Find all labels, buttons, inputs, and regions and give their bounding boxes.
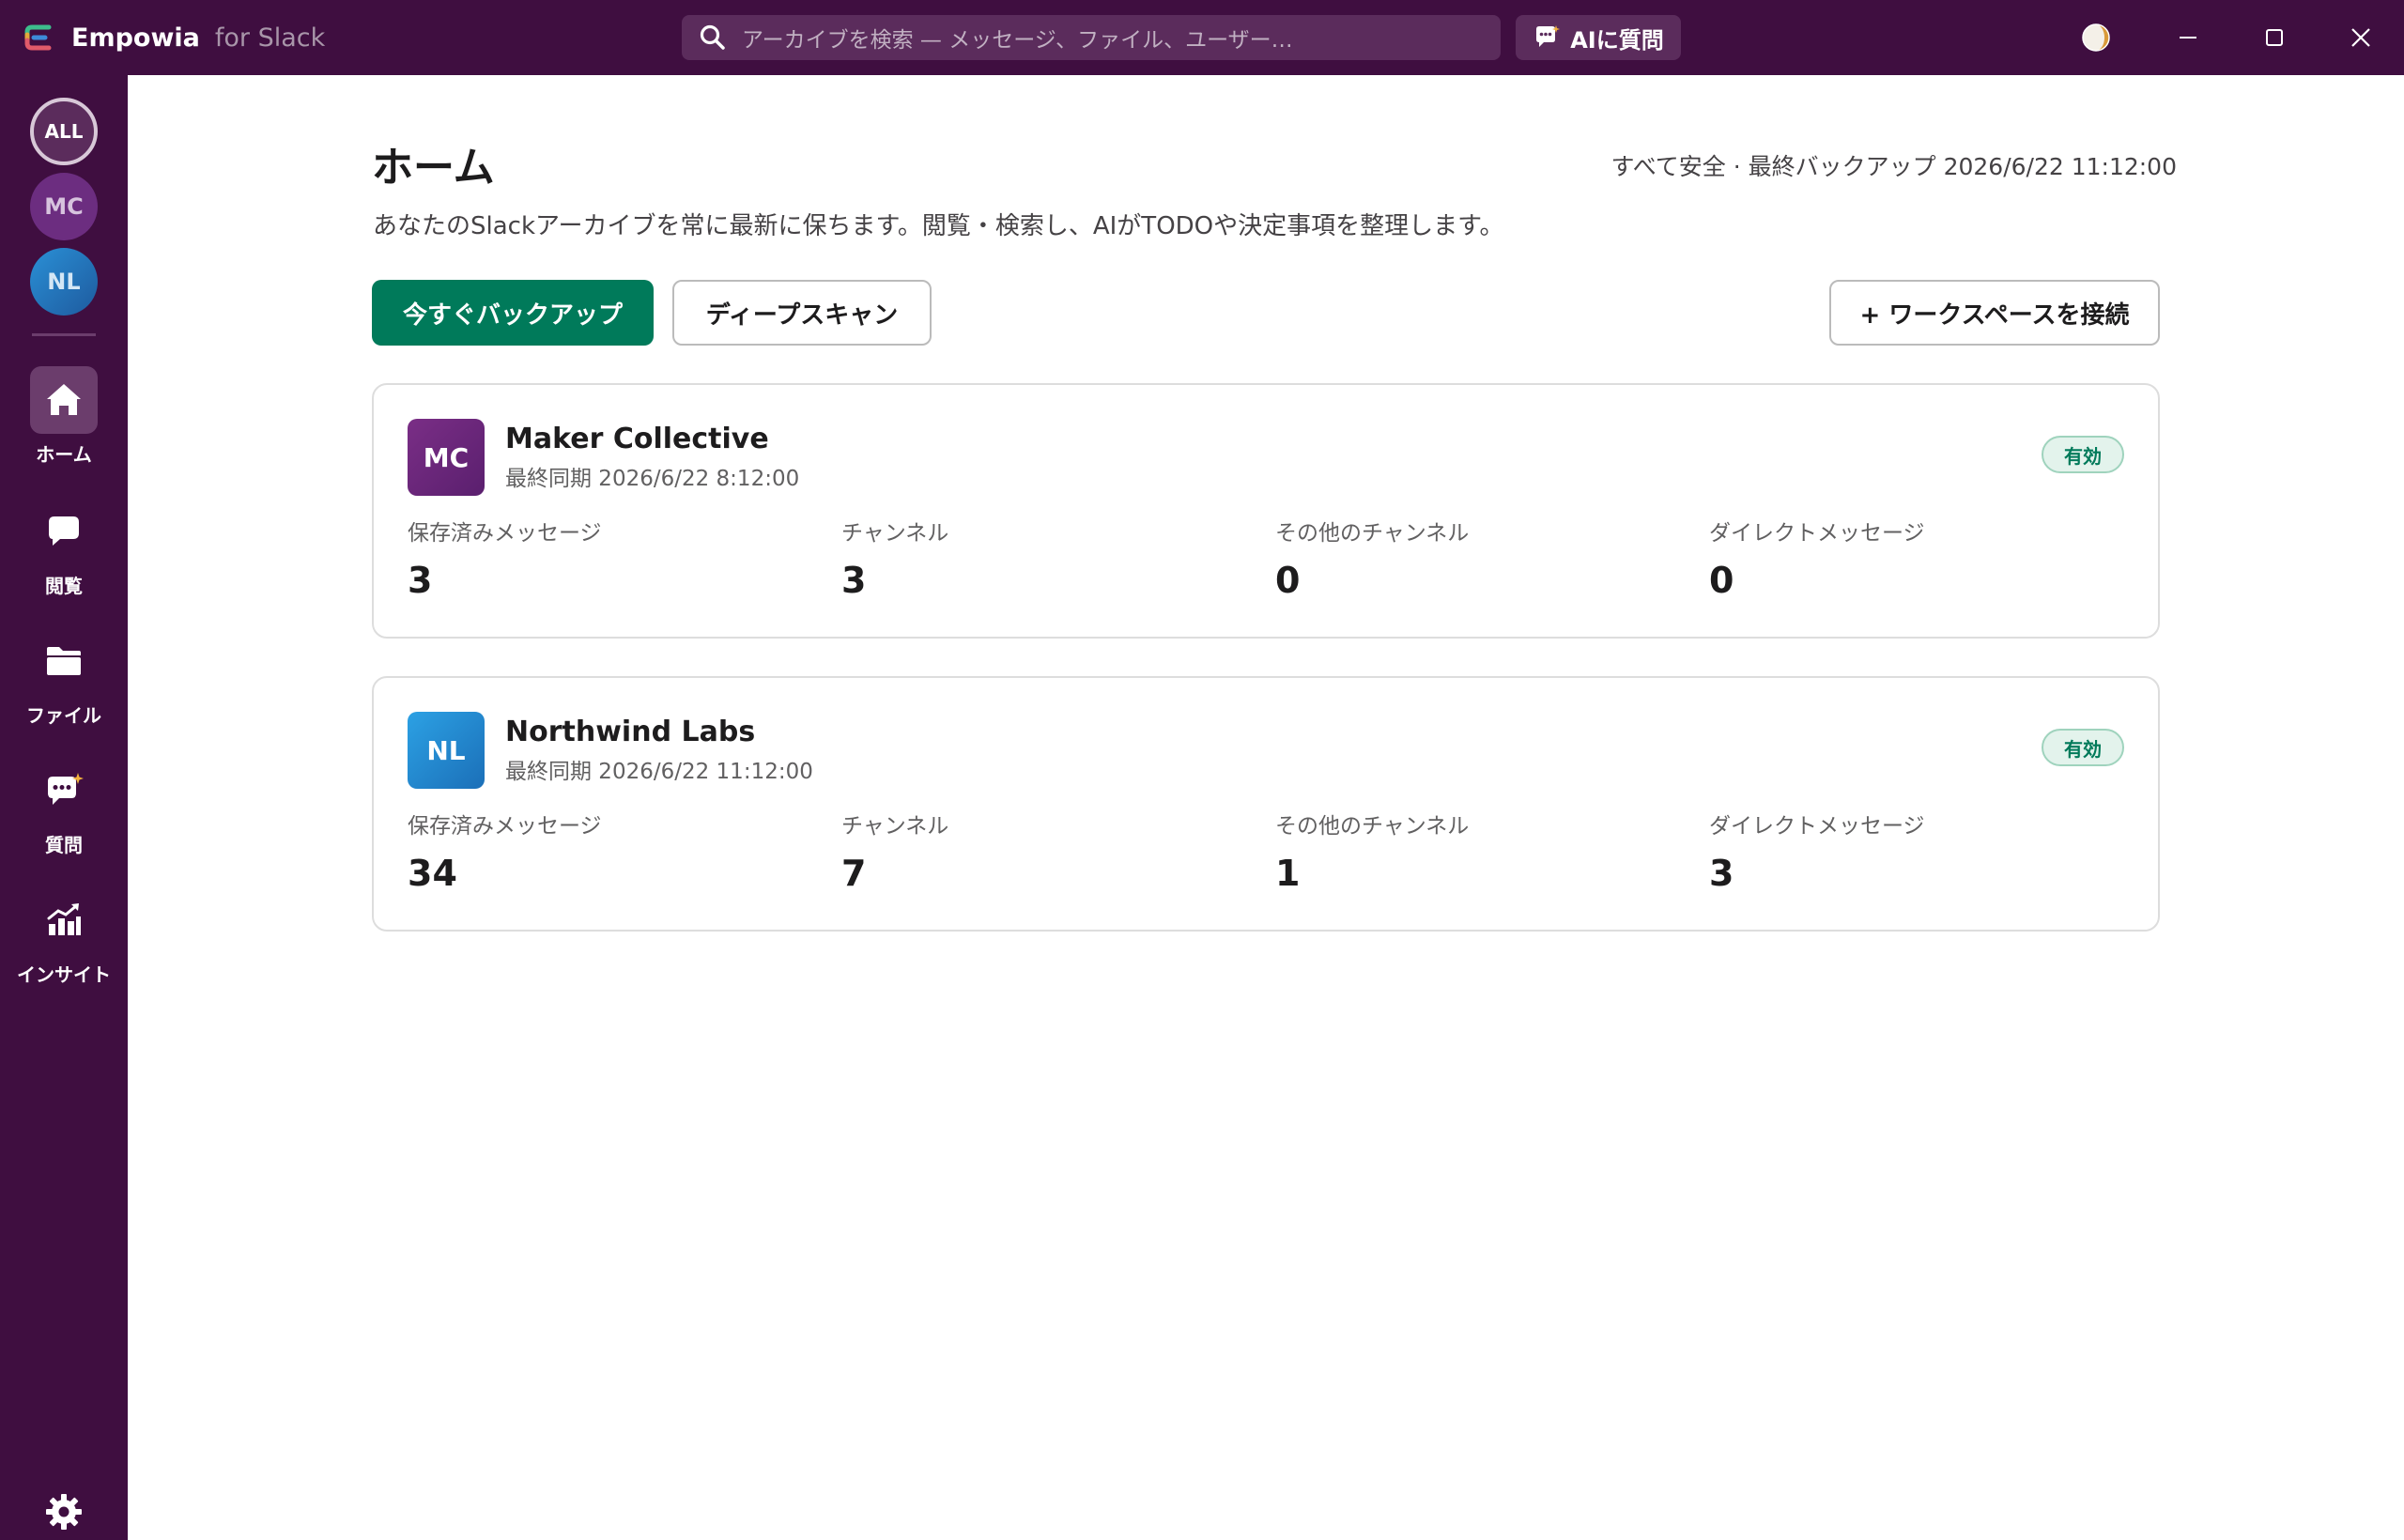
workspace-switch-nl[interactable]: NL (30, 248, 98, 316)
workspace-card-maker-collective[interactable]: MC Maker Collective 最終同期 2026/6/22 8:12:… (372, 383, 2160, 639)
workspace-last-sync: 最終同期 2026/6/22 8:12:00 (505, 467, 800, 491)
sidebar-item-home[interactable]: ホーム (0, 366, 128, 479)
close-button[interactable] (2342, 19, 2380, 56)
backup-now-button[interactable]: 今すぐバックアップ (372, 280, 654, 346)
sidebar-item-settings[interactable]: 設定 (0, 1478, 128, 1540)
search-icon (700, 24, 725, 50)
ai-chat-icon (48, 773, 84, 805)
sidebar-item-ask[interactable]: 質問 (0, 757, 128, 870)
workspace-card-northwind-labs[interactable]: NL Northwind Labs 最終同期 2026/6/22 11:12:0… (372, 676, 2160, 932)
stat-saved-messages: 保存済みメッセージ 34 (408, 808, 602, 894)
backup-status: すべて安全 · 最終バックアップ 2026/6/22 11:12:00 (1610, 153, 2177, 180)
stat-label: チャンネル (841, 521, 949, 546)
sidebar: ALL MC NL ホーム 閲覧 ファイル 質問 インサイト (0, 75, 128, 1540)
stat-label: ダイレクトメッセージ (1709, 521, 1925, 546)
stat-other-channels: その他のチャンネル 0 (1275, 515, 1469, 601)
close-icon (2351, 28, 2370, 47)
stat-label: その他のチャンネル (1275, 814, 1470, 839)
home-icon (47, 384, 81, 415)
sidebar-item-insights[interactable]: インサイト (0, 886, 128, 999)
stat-direct-messages: ダイレクトメッセージ 0 (1709, 515, 1925, 601)
stat-other-channels: その他のチャンネル 1 (1275, 808, 1469, 894)
minimize-button[interactable] (2169, 19, 2207, 56)
page-title: ホーム (372, 144, 495, 192)
workspace-switch-all[interactable]: ALL (30, 98, 98, 165)
sidebar-item-label: インサイト (17, 963, 111, 986)
ask-ai-button[interactable]: AIに質問 (1516, 15, 1681, 60)
chart-icon (47, 903, 81, 935)
status-badge: 有効 (2042, 729, 2124, 766)
maximize-icon (2266, 29, 2283, 46)
main-content: ホーム すべて安全 · 最終バックアップ 2026/6/22 11:12:00 … (128, 75, 2404, 1540)
minimize-icon (2180, 37, 2196, 38)
ask-ai-label: AIに質問 (1570, 26, 1664, 54)
stat-value: 0 (1709, 560, 1734, 601)
workspace-switch-mc[interactable]: MC (30, 173, 98, 240)
title-bar: Empowia for Slack アーカイブを検索 — メッセージ、ファイル、… (0, 0, 2404, 75)
stat-value: 1 (1275, 853, 1301, 894)
stat-value: 3 (841, 560, 867, 601)
stat-label: ダイレクトメッセージ (1709, 814, 1925, 839)
stat-label: 保存済みメッセージ (408, 521, 602, 546)
stat-label: その他のチャンネル (1275, 521, 1470, 546)
stat-value: 34 (408, 853, 457, 894)
page-subtitle: あなたのSlackアーカイブを常に最新に保ちます。閲覧・検索し、AIがTODOや… (373, 212, 1504, 240)
status-badge: 有効 (2042, 436, 2124, 473)
stat-value: 0 (1275, 560, 1301, 601)
search-input[interactable]: アーカイブを検索 — メッセージ、ファイル、ユーザー… (682, 15, 1501, 60)
sidebar-item-browse[interactable]: 閲覧 (0, 498, 128, 610)
stat-channels: チャンネル 7 (841, 808, 948, 894)
sidebar-item-label: ホーム (36, 443, 92, 466)
workspace-name: Maker Collective (505, 423, 769, 455)
workspace-avatar: MC (408, 419, 485, 496)
stat-channels: チャンネル 3 (841, 515, 948, 601)
maximize-button[interactable] (2256, 19, 2293, 56)
stat-label: チャンネル (841, 814, 949, 839)
workspace-avatar: NL (408, 712, 485, 789)
connect-workspace-button[interactable]: + ワークスペースを接続 (1829, 280, 2160, 346)
app-name: Empowia (71, 23, 200, 53)
folder-icon (47, 647, 81, 675)
stat-label: 保存済みメッセージ (408, 814, 602, 839)
app-name-suffix: for Slack (214, 23, 326, 53)
deep-scan-button[interactable]: ディープスキャン (672, 280, 932, 346)
workspace-last-sync: 最終同期 2026/6/22 11:12:00 (505, 760, 813, 784)
sidebar-item-label: 質問 (45, 834, 83, 856)
stat-value: 3 (1709, 853, 1734, 894)
gear-icon (46, 1494, 82, 1530)
sidebar-item-files[interactable]: ファイル (0, 627, 128, 740)
theme-toggle-icon[interactable] (2081, 23, 2111, 53)
search-placeholder: アーカイブを検索 — メッセージ、ファイル、ユーザー… (742, 28, 1293, 53)
stat-direct-messages: ダイレクトメッセージ 3 (1709, 808, 1925, 894)
workspace-name: Northwind Labs (505, 716, 756, 748)
sidebar-item-label: ファイル (26, 704, 101, 727)
brand: Empowia for Slack (23, 0, 325, 75)
stat-value: 3 (408, 560, 433, 601)
sidebar-item-label: 閲覧 (45, 575, 83, 597)
sidebar-divider (32, 333, 96, 336)
chat-bubble-icon (49, 516, 79, 546)
empowia-logo-icon (24, 24, 52, 51)
ai-chat-icon (1536, 25, 1561, 47)
stat-saved-messages: 保存済みメッセージ 3 (408, 515, 602, 601)
stat-value: 7 (841, 853, 867, 894)
